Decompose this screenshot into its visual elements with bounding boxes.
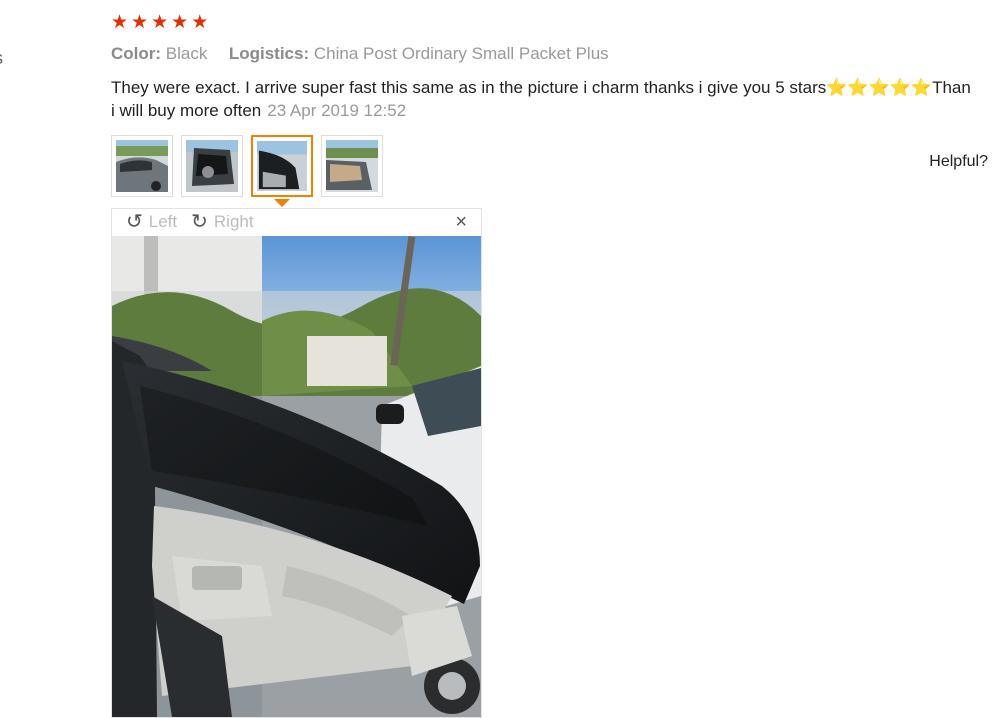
- cropped-letter: s: [0, 42, 3, 74]
- star-icon: ★: [191, 12, 209, 33]
- rotate-left-icon: ↺: [126, 211, 143, 233]
- star-icon: ★: [131, 12, 149, 33]
- active-thumbnail-pointer: [274, 199, 290, 207]
- thumbnail-2[interactable]: [181, 135, 243, 197]
- rotate-left-button[interactable]: ↺ Left: [126, 212, 177, 232]
- thumbnail-4[interactable]: [321, 135, 383, 197]
- rotate-right-icon: ↻: [191, 211, 208, 233]
- logistics-value: China Post Ordinary Small Packet Plus: [313, 44, 609, 63]
- order-info: Color: Black Logistics: China Post Ordin…: [111, 44, 609, 64]
- enlarged-photo: [112, 236, 481, 717]
- car-photo-thumbnail: [116, 140, 168, 192]
- star-icon: ★: [171, 12, 189, 33]
- viewer-toolbar: ↺ Left ↻ Right ×: [112, 209, 481, 235]
- review-date: 23 Apr 2019 12:52: [267, 101, 407, 120]
- color-value: Black: [165, 44, 208, 63]
- rotate-right-label: Right: [213, 212, 254, 231]
- photo-viewer: ↺ Left ↻ Right ×: [111, 208, 482, 718]
- review-line-1: They were exact. I arrive super fast thi…: [111, 78, 971, 97]
- color-key: Color:: [111, 44, 162, 63]
- helpful-label[interactable]: Helpful?: [929, 153, 988, 171]
- review-line-2: i will buy more often: [111, 101, 262, 120]
- rotate-left-label: Left: [148, 212, 178, 231]
- photo-thumbnails: [111, 135, 383, 197]
- rotate-right-button[interactable]: ↻ Right: [191, 212, 253, 232]
- car-photo-thumbnail: [326, 140, 378, 192]
- car-photo-thumbnail: [257, 141, 307, 191]
- logistics-key: Logistics:: [228, 44, 310, 63]
- thumbnail-1[interactable]: [111, 135, 173, 197]
- star-rating: ★ ★ ★ ★ ★: [111, 13, 208, 33]
- cropped-left-text: t s: [0, 10, 3, 74]
- star-icon: ★: [111, 12, 129, 33]
- cropped-letter: t: [0, 10, 3, 42]
- car-photo-thumbnail: [186, 140, 238, 192]
- star-icon: ★: [151, 12, 169, 33]
- car-door-photo: [112, 236, 481, 717]
- review-body: They were exact. I arrive super fast thi…: [111, 76, 1000, 122]
- close-icon[interactable]: ×: [455, 211, 467, 234]
- thumbnail-3[interactable]: [251, 135, 313, 197]
